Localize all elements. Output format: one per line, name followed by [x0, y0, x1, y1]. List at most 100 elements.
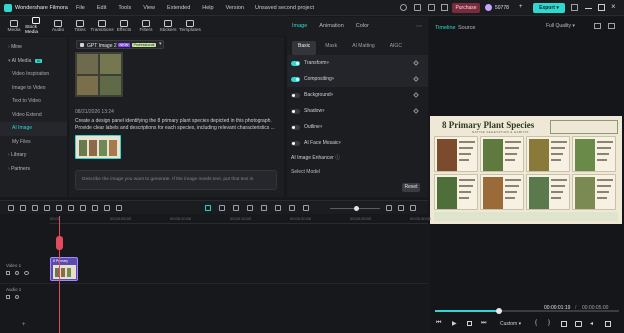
- model-selector[interactable]: GPT Image 2 NEW Professional ▾: [76, 40, 164, 49]
- keyframe-icon[interactable]: [413, 60, 419, 66]
- chevron-down-icon[interactable]: ▾: [338, 140, 341, 146]
- prop-row-transform[interactable]: Transform ▾: [287, 55, 428, 71]
- more-icon[interactable]: ⋯: [416, 23, 422, 30]
- notification-icon[interactable]: [414, 4, 421, 11]
- tool-templates[interactable]: Templates: [179, 16, 201, 36]
- snapshot-icon[interactable]: [594, 23, 601, 29]
- tab-image[interactable]: Image: [292, 23, 307, 35]
- zoom-dropdown[interactable]: Custom ▾: [500, 321, 521, 327]
- playhead[interactable]: [59, 216, 60, 333]
- subtab-aigc[interactable]: AIGC: [384, 41, 408, 55]
- audio-sync-icon[interactable]: [289, 205, 295, 211]
- result-thumbnail[interactable]: [75, 135, 121, 159]
- split-view-icon[interactable]: [561, 321, 567, 327]
- more-tools-icon[interactable]: [116, 205, 122, 211]
- tool-effects[interactable]: Effects: [113, 16, 135, 36]
- audio-lock-icon[interactable]: [6, 295, 10, 299]
- chevron-down-icon[interactable]: ▾: [322, 108, 325, 114]
- menu-view[interactable]: View: [143, 5, 155, 11]
- sidebar-item-text-to-video[interactable]: Text to Video: [0, 95, 67, 109]
- menu-file[interactable]: File: [76, 5, 85, 11]
- sidebar-item-video-inspiration[interactable]: Video Inspiration: [0, 68, 67, 82]
- preview-image[interactable]: 8 Primary Plant Species NATIVE VEGETATIO…: [430, 116, 622, 224]
- toggle-switch[interactable]: [291, 76, 300, 82]
- menu-extended[interactable]: Extended: [167, 5, 190, 11]
- prop-row-background[interactable]: Background ▾: [287, 87, 428, 103]
- select-model-label[interactable]: Select Model: [291, 169, 320, 175]
- eye-icon[interactable]: [24, 271, 29, 275]
- mark-in-icon[interactable]: {: [535, 320, 537, 326]
- generated-image-grid[interactable]: [75, 52, 123, 97]
- video-clip[interactable]: 8 Primary: [50, 257, 78, 281]
- chevron-down-icon[interactable]: ▾: [332, 76, 335, 82]
- grid-icon[interactable]: [8, 205, 14, 211]
- tab-source[interactable]: Source: [458, 25, 475, 31]
- mute-icon[interactable]: [15, 271, 19, 275]
- sidebar-item-mine[interactable]: › Mine: [0, 41, 67, 55]
- crop-icon[interactable]: [605, 321, 611, 327]
- quality-dropdown[interactable]: Full Quality ▾: [546, 23, 575, 29]
- mic-icon[interactable]: [261, 205, 267, 211]
- speed-icon[interactable]: [92, 205, 98, 211]
- subtab-basic[interactable]: Basic: [292, 41, 317, 55]
- sync-icon[interactable]: [400, 4, 407, 11]
- volume-icon[interactable]: ◂: [590, 320, 593, 327]
- keyframe-icon[interactable]: [413, 108, 419, 114]
- mark-out-icon[interactable]: }: [548, 320, 550, 326]
- playhead-handle[interactable]: [56, 236, 63, 250]
- camera-icon[interactable]: [575, 321, 582, 327]
- stop-icon[interactable]: [467, 321, 472, 326]
- keyframe-icon[interactable]: [413, 76, 419, 82]
- marker-icon[interactable]: [247, 205, 253, 211]
- tool-filters[interactable]: Filters: [135, 16, 157, 36]
- shield-icon[interactable]: [233, 205, 239, 211]
- menu-version[interactable]: Version: [226, 5, 244, 11]
- tool-audio[interactable]: Audio: [47, 16, 69, 36]
- minimize-icon[interactable]: [585, 8, 592, 9]
- toggle-switch[interactable]: [291, 92, 300, 98]
- close-icon[interactable]: ×: [611, 2, 616, 11]
- play-icon[interactable]: ▶: [452, 320, 457, 327]
- export-button[interactable]: Export ▾: [533, 3, 565, 13]
- maximize-icon[interactable]: [598, 4, 605, 11]
- render-icon[interactable]: [219, 205, 225, 211]
- chevron-down-icon[interactable]: ▾: [331, 92, 334, 98]
- tool-transitions[interactable]: Transitions: [90, 16, 114, 36]
- cut-icon[interactable]: [56, 205, 62, 211]
- menu-tools[interactable]: Tools: [118, 5, 131, 11]
- subtab-ai-matting[interactable]: AI Matting: [346, 41, 381, 55]
- panel-layout-icon[interactable]: [410, 205, 416, 211]
- avatar[interactable]: [485, 4, 492, 11]
- ai-tools-icon[interactable]: [205, 205, 211, 211]
- fullscreen-icon[interactable]: [608, 23, 615, 29]
- prop-row-outline[interactable]: Outline ▾: [287, 119, 428, 135]
- menu-edit[interactable]: Edit: [97, 5, 106, 11]
- prop-row-compositing[interactable]: Compositing ▾: [287, 71, 428, 87]
- tool-titles[interactable]: Titles: [69, 16, 91, 36]
- toggle-switch[interactable]: [291, 60, 300, 66]
- audio-mute-icon[interactable]: [15, 295, 19, 299]
- sidebar-item-ai-media[interactable]: ▾ AI Media AI: [0, 55, 67, 69]
- sidebar-item-ai-image[interactable]: AI Image: [0, 122, 67, 136]
- undo-icon[interactable]: [20, 205, 26, 211]
- chevron-down-icon[interactable]: ▾: [327, 60, 330, 66]
- chevron-down-icon[interactable]: ▾: [320, 124, 323, 130]
- download-icon[interactable]: [428, 4, 435, 11]
- tab-color[interactable]: Color: [356, 23, 369, 35]
- ai-image-enhancer-label[interactable]: AI Image Enhancer ⓘ: [291, 154, 340, 161]
- keyframe-icon[interactable]: [413, 92, 419, 98]
- tab-animation[interactable]: Animation: [319, 23, 343, 35]
- crop-tool-icon[interactable]: [68, 205, 74, 211]
- toggle-switch[interactable]: [291, 140, 300, 146]
- tool-stock-media[interactable]: Stock Media: [25, 16, 47, 36]
- window-grid-icon[interactable]: [571, 4, 578, 11]
- zoom-in-icon[interactable]: [386, 205, 392, 211]
- prop-row-ai-face-mosaic[interactable]: AI Face Mosaic ▾: [287, 135, 428, 151]
- sidebar-item-partners[interactable]: › Partners: [0, 163, 67, 177]
- toggle-switch[interactable]: [291, 108, 300, 114]
- prop-row-shadow[interactable]: Shadow ▾: [287, 103, 428, 119]
- redo-icon[interactable]: [32, 205, 38, 211]
- mixer-icon[interactable]: [275, 205, 281, 211]
- prompt-input[interactable]: Describe the image you want to generate.…: [75, 170, 277, 190]
- timeline-settings-icon[interactable]: [398, 205, 404, 211]
